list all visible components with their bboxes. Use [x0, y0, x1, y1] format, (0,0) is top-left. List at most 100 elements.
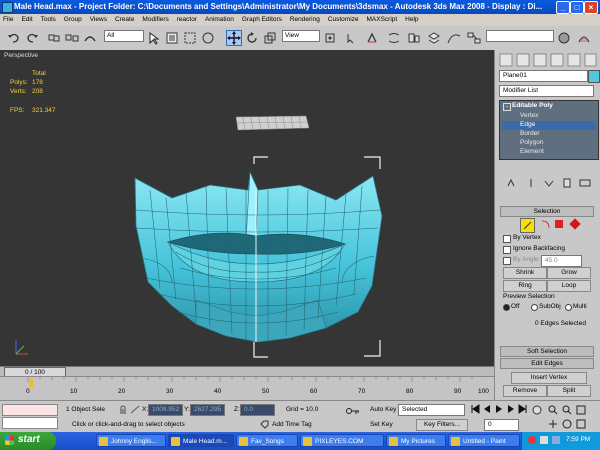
- maxscript-listener-mini[interactable]: [2, 404, 58, 416]
- menu-graph-editors[interactable]: Graph Editors: [239, 14, 285, 26]
- menu-modifiers[interactable]: Modifiers: [139, 14, 171, 26]
- move-icon[interactable]: [226, 30, 242, 46]
- select-object-icon[interactable]: [146, 30, 162, 46]
- task-fav-songs[interactable]: Fav_Songs: [236, 434, 298, 447]
- tray-network-icon[interactable]: [540, 436, 548, 444]
- object-color-swatch[interactable]: [588, 70, 600, 83]
- select-manipulate-icon[interactable]: [344, 30, 360, 46]
- configure-modifier-sets-icon[interactable]: [579, 178, 591, 188]
- by-vertex-checkbox[interactable]: [503, 235, 511, 243]
- key-selection-dropdown[interactable]: Selected: [398, 404, 465, 416]
- edit-edges-rollout-header[interactable]: Edit Edges: [500, 358, 594, 369]
- object-name-field[interactable]: Plane01: [499, 70, 588, 82]
- stack-item-polygon[interactable]: Polygon: [520, 139, 544, 146]
- next-frame-icon[interactable]: [506, 404, 516, 414]
- window-crossing-icon[interactable]: [200, 30, 216, 46]
- close-button[interactable]: ×: [584, 1, 598, 14]
- menu-file[interactable]: File: [0, 14, 16, 26]
- rotate-icon[interactable]: [244, 30, 260, 46]
- stack-item-edge[interactable]: Edge: [520, 121, 535, 128]
- current-frame-field[interactable]: 0: [484, 419, 519, 431]
- tray-volume-icon[interactable]: [552, 436, 560, 444]
- maximize-viewport-icon[interactable]: [576, 419, 586, 429]
- border-subobject-icon[interactable]: [539, 218, 552, 231]
- auto-key-label[interactable]: Auto Key: [370, 406, 396, 413]
- grow-button[interactable]: Grow: [547, 267, 591, 279]
- stack-root-editable-poly[interactable]: Editable Poly: [512, 102, 553, 109]
- hierarchy-tab-icon[interactable]: [534, 54, 546, 66]
- zoom-all-icon[interactable]: [562, 405, 572, 415]
- bind-space-warp-icon[interactable]: [82, 30, 98, 46]
- menu-animation[interactable]: Animation: [202, 14, 237, 26]
- soft-selection-rollout-header[interactable]: Soft Selection: [500, 346, 594, 357]
- task-male-head[interactable]: Male Head.m...: [168, 434, 234, 447]
- menu-tools[interactable]: Tools: [38, 14, 59, 26]
- stack-item-element[interactable]: Element: [520, 148, 544, 155]
- menu-edit[interactable]: Edit: [18, 14, 35, 26]
- pan-icon[interactable]: [548, 419, 558, 429]
- snap-toggle-icon[interactable]: [364, 30, 380, 46]
- preview-subobj-radio[interactable]: [531, 304, 538, 311]
- align-icon[interactable]: [406, 30, 422, 46]
- task-paint[interactable]: Untitled - Paint: [448, 434, 520, 447]
- reference-coordinate-dropdown[interactable]: View: [282, 30, 320, 42]
- loop-button[interactable]: Loop: [547, 280, 591, 292]
- task-pixleyes[interactable]: PIXLEYES.COM: [300, 434, 384, 447]
- motion-tab-icon[interactable]: [551, 54, 563, 66]
- y-coordinate-field[interactable]: 2627.295: [190, 404, 225, 416]
- menu-maxscript[interactable]: MAXScript: [363, 14, 400, 26]
- lock-selection-icon[interactable]: [118, 405, 128, 414]
- zoom-extents-icon[interactable]: [576, 405, 586, 415]
- ring-button[interactable]: Ring: [503, 280, 547, 292]
- make-unique-icon[interactable]: [543, 178, 555, 188]
- menu-help[interactable]: Help: [402, 14, 421, 26]
- preview-multi-radio[interactable]: [565, 304, 572, 311]
- x-coordinate-field[interactable]: 1009.952: [148, 404, 183, 416]
- named-selection-sets-dropdown[interactable]: [486, 30, 554, 42]
- preview-off-radio[interactable]: [503, 304, 510, 311]
- arc-rotate-icon[interactable]: [562, 419, 572, 429]
- modify-tab-icon[interactable]: [517, 54, 529, 66]
- task-johnny-english[interactable]: Johnny Englis...: [96, 434, 166, 447]
- polygon-subobject-icon[interactable]: [555, 220, 563, 228]
- menu-group[interactable]: Group: [61, 14, 85, 26]
- undo-icon[interactable]: [6, 30, 22, 46]
- stack-item-edge-row[interactable]: [502, 121, 596, 130]
- element-subobject-icon[interactable]: [569, 218, 581, 230]
- menu-rendering[interactable]: Rendering: [287, 14, 323, 26]
- selection-filter-dropdown[interactable]: All: [104, 30, 144, 42]
- key-filters-button[interactable]: Key Filters...: [416, 419, 468, 431]
- time-tag-icon[interactable]: [260, 420, 269, 429]
- by-angle-checkbox[interactable]: [503, 257, 511, 265]
- display-tab-icon[interactable]: [568, 54, 580, 66]
- previous-frame-icon[interactable]: [482, 404, 492, 414]
- split-button[interactable]: Split: [547, 385, 591, 397]
- tray-clock[interactable]: 7:59 PM: [566, 436, 590, 443]
- maxscript-input-mini[interactable]: [2, 417, 58, 429]
- utilities-tab-icon[interactable]: [585, 54, 596, 66]
- layer-manager-icon[interactable]: [426, 30, 442, 46]
- track-bar[interactable]: 0 10 20 30 40 50 60 70 80 90 100: [0, 376, 494, 401]
- maximize-button[interactable]: □: [570, 1, 584, 14]
- create-tab-icon[interactable]: [500, 54, 512, 66]
- play-icon[interactable]: [494, 404, 504, 414]
- shrink-button[interactable]: Shrink: [503, 267, 547, 279]
- set-key-label[interactable]: Set Key: [370, 421, 393, 428]
- redo-icon[interactable]: [24, 30, 40, 46]
- pin-stack-icon[interactable]: [505, 178, 517, 188]
- add-time-tag[interactable]: Add Time Tag: [272, 421, 312, 428]
- task-my-pictures[interactable]: My Pictures: [386, 434, 446, 447]
- ignore-backfacing-checkbox[interactable]: [503, 246, 511, 254]
- menu-reactor[interactable]: reactor: [174, 14, 200, 26]
- start-button[interactable]: start: [0, 432, 56, 450]
- material-editor-icon[interactable]: [556, 30, 572, 46]
- rectangular-selection-icon[interactable]: [182, 30, 198, 46]
- go-to-start-icon[interactable]: [470, 404, 480, 414]
- remove-button[interactable]: Remove: [503, 385, 547, 397]
- zoom-icon[interactable]: [548, 405, 558, 415]
- stack-item-border[interactable]: Border: [520, 130, 540, 137]
- edge-subobject-icon[interactable]: [520, 218, 535, 233]
- key-mode-icon[interactable]: [346, 407, 360, 415]
- time-config-icon[interactable]: [532, 405, 542, 415]
- select-link-icon[interactable]: [46, 30, 62, 46]
